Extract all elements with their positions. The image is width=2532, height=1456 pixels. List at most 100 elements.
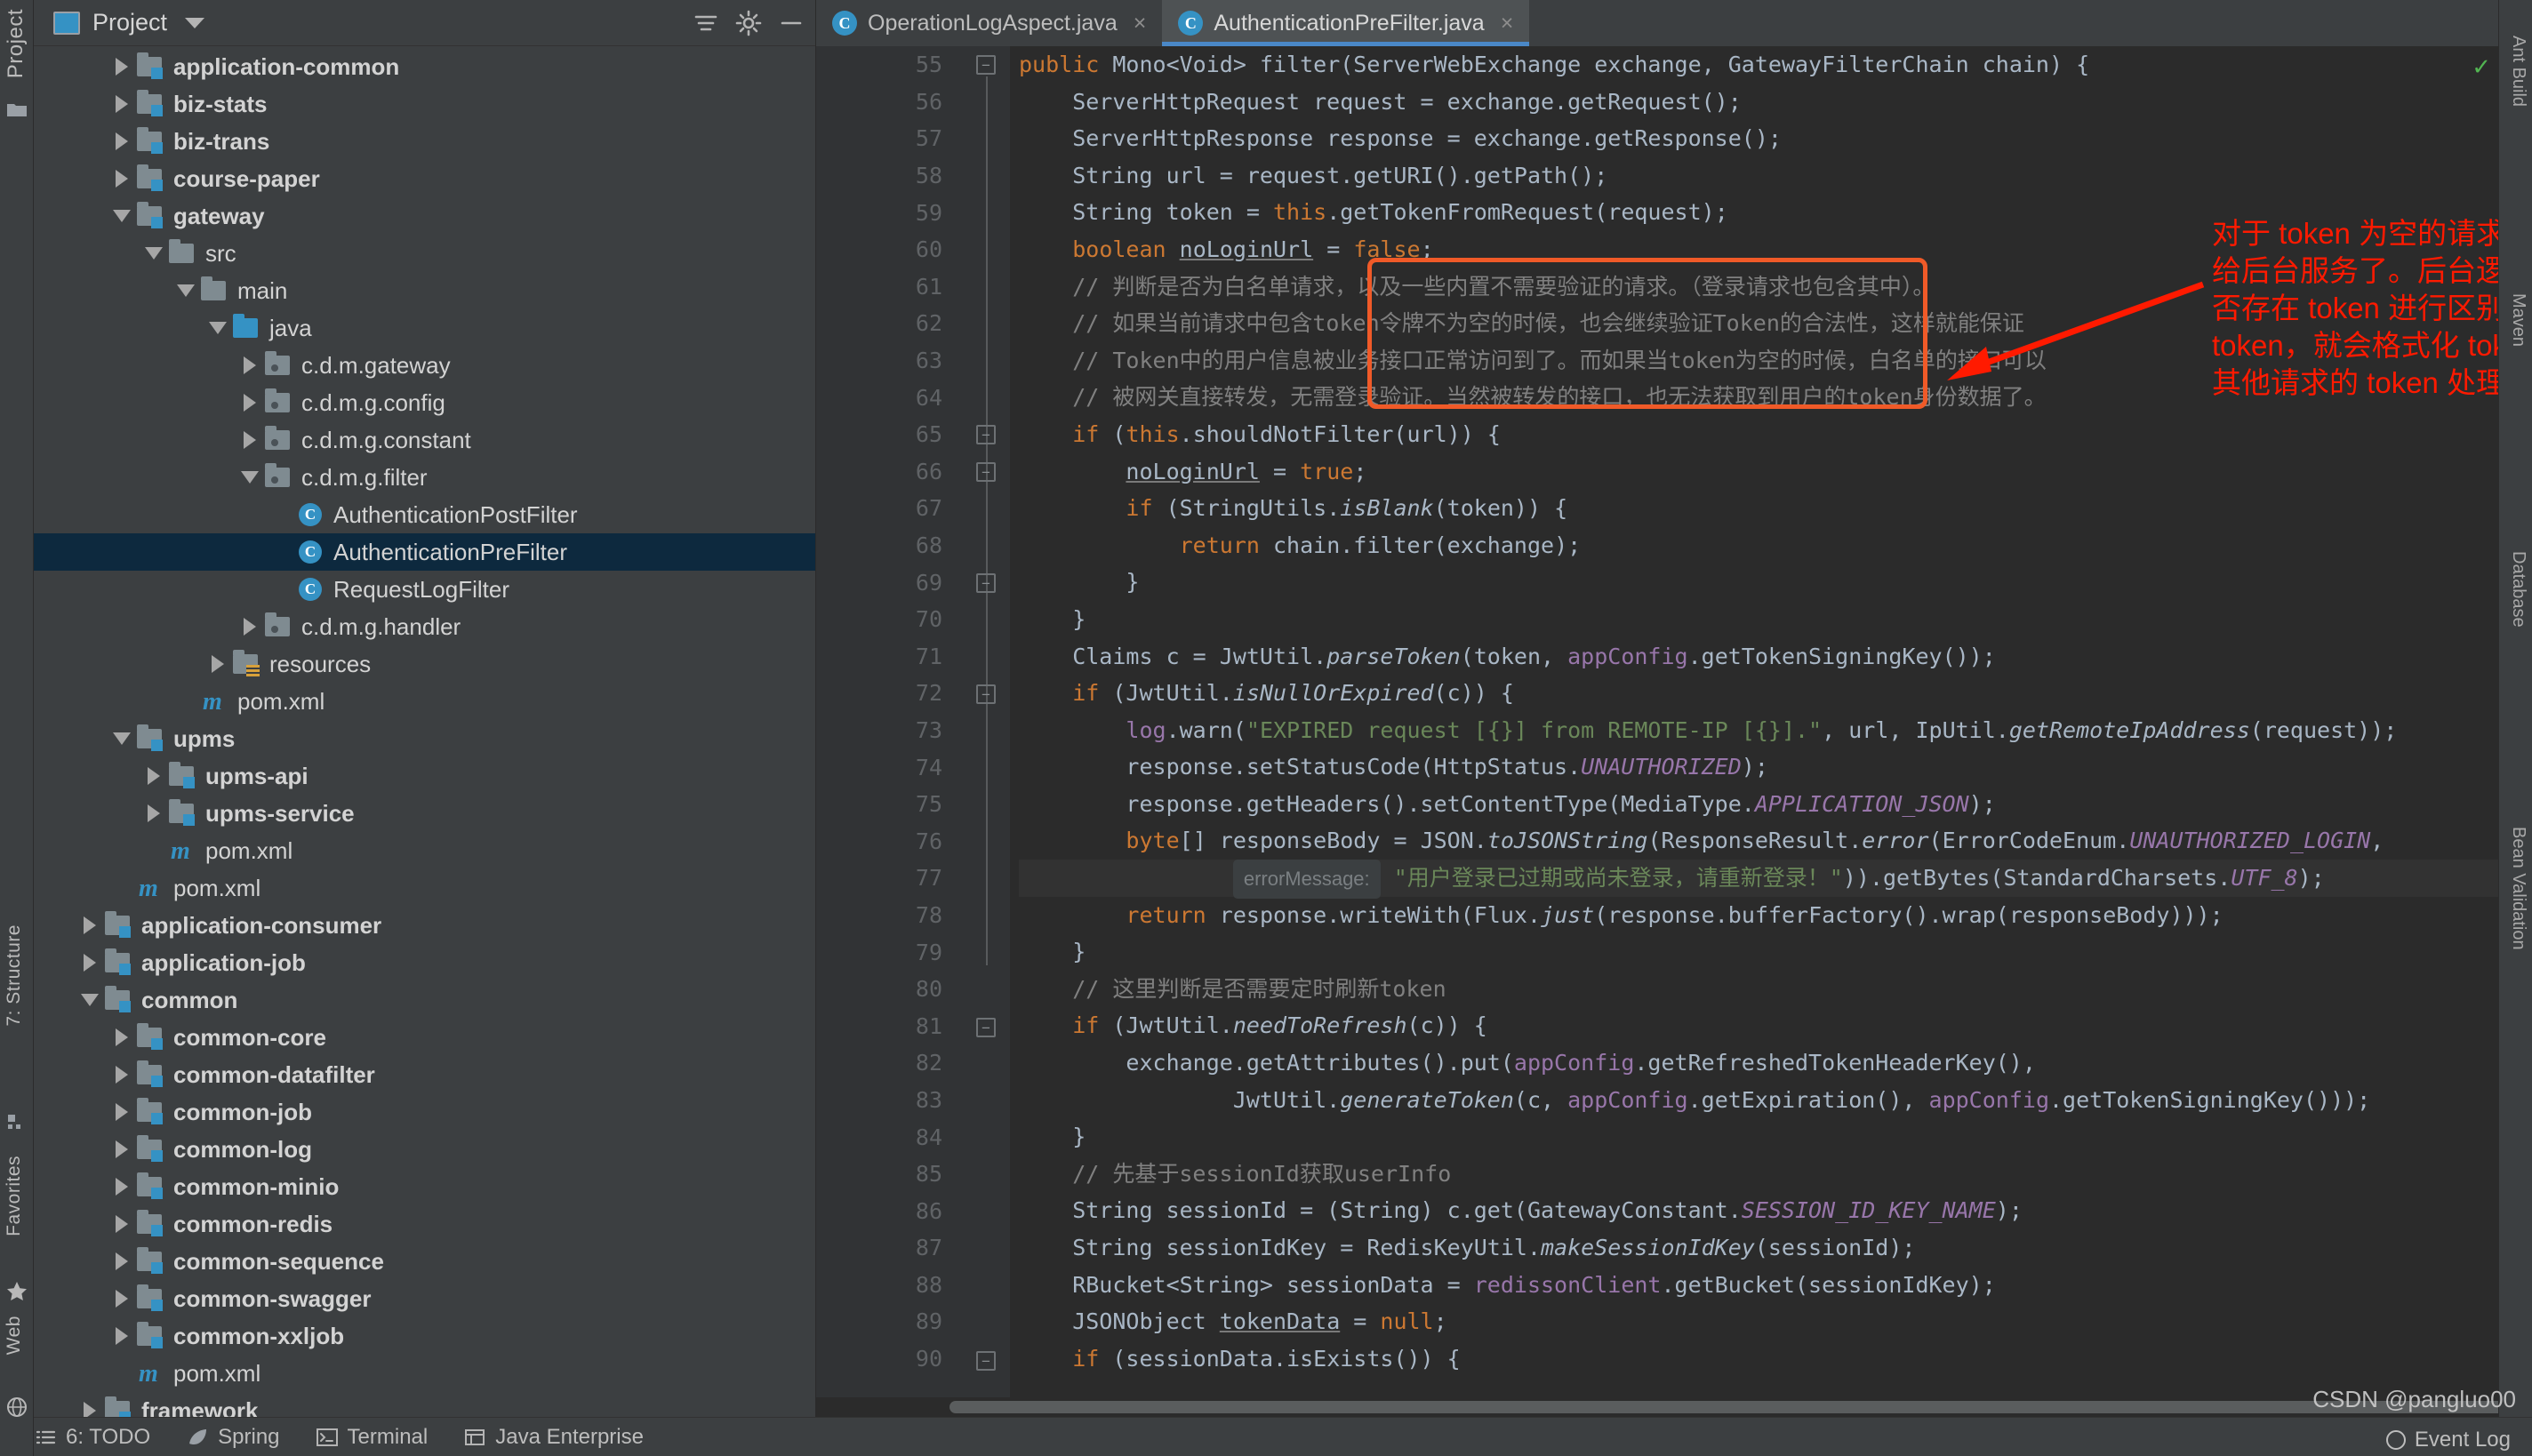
rail-favorites-label[interactable]: Favorites [4,1156,25,1236]
code-line-74[interactable]: response.setStatusCode(HttpStatus.UNAUTH… [1019,748,2532,786]
tree-twisty-none-icon[interactable] [108,1355,135,1392]
tree-twisty-right-icon[interactable] [236,421,263,459]
tree-twisty-right-icon[interactable] [108,48,135,85]
right-rail-ant-build-label[interactable]: Ant Build [2508,36,2528,107]
code-line-65[interactable]: if (this.shouldNotFilter(url)) { [1019,416,2532,453]
code-line-80[interactable]: // 这里判断是否需要定时刷新token [1019,971,2532,1008]
line-number[interactable]: 85 [816,1156,958,1193]
line-number[interactable]: 62 [816,305,958,342]
tree-item-common-log[interactable]: common-log [34,1131,815,1168]
code-line-56[interactable]: ServerHttpRequest request = exchange.get… [1019,84,2532,121]
fold-marker-icon[interactable]: − [976,425,996,444]
fold-marker-icon[interactable]: − [976,55,996,75]
code-line-90[interactable]: if (sessionData.isExists()) { [1019,1340,2532,1378]
code-line-55[interactable]: public Mono<Void> filter(ServerWebExchan… [1019,46,2532,84]
line-number[interactable]: 79 [816,933,958,971]
status-bar-java-enterprise[interactable]: Java Enterprise [463,1425,644,1450]
line-number[interactable]: 83 [816,1082,958,1119]
line-number[interactable]: 75 [816,786,958,823]
tree-item-pom-xml[interactable]: m pom.xml [34,1355,815,1392]
fold-marker-icon[interactable]: − [976,1351,996,1371]
tree-twisty-right-icon[interactable] [108,85,135,123]
tree-item-common-core[interactable]: common-core [34,1019,815,1056]
tree-item-requestlogfilter[interactable]: C RequestLogFilter [34,571,815,608]
code-line-71[interactable]: Claims c = JwtUtil.parseToken(token, app… [1019,638,2532,676]
tree-twisty-none-icon[interactable] [268,533,295,571]
tree-item-authenticationprefilter[interactable]: C AuthenticationPreFilter [34,533,815,571]
line-number[interactable]: 64 [816,379,958,416]
code-line-77[interactable]: errorMessage: "用户登录已过期或尚未登录，请重新登录！")).ge… [1019,860,2532,899]
line-number[interactable]: 66 [816,453,958,491]
code-line-81[interactable]: if (JwtUtil.needToRefresh(c)) { [1019,1007,2532,1044]
tree-twisty-down-icon[interactable] [204,309,231,347]
line-number[interactable]: 82 [816,1044,958,1082]
tree-twisty-right-icon[interactable] [76,907,103,944]
tree-item-framework[interactable]: framework [34,1392,815,1417]
code-line-82[interactable]: exchange.getAttributes().put(appConfig.g… [1019,1044,2532,1082]
line-number[interactable]: 69 [816,564,958,601]
code-line-67[interactable]: if (StringUtils.isBlank(token)) { [1019,490,2532,527]
line-number[interactable]: 89 [816,1303,958,1340]
line-number[interactable]: 55 [816,46,958,84]
code-viewport[interactable]: 55 56 57 58 59 60 61 62 63 64 65 66 67 68 69 70 71 72 73 74… [816,46,2532,1417]
tree-item-common-swagger[interactable]: common-swagger [34,1280,815,1317]
tree-item-common-datafilter[interactable]: common-datafilter [34,1056,815,1093]
tree-item-c-d-m-g-constant[interactable]: c.d.m.g.constant [34,421,815,459]
inspection-status-ok-icon[interactable]: ✓ [2472,53,2491,81]
editor-tab-authenticationprefilter[interactable]: C AuthenticationPreFilter.java × [1162,0,1530,46]
tree-twisty-right-icon[interactable] [108,1093,135,1131]
line-number[interactable]: 72 [816,675,958,712]
line-number[interactable]: 86 [816,1192,958,1229]
tree-item-src[interactable]: src [34,235,815,272]
tree-twisty-none-icon[interactable] [172,683,199,720]
line-number[interactable]: 87 [816,1229,958,1267]
code-line-83[interactable]: JwtUtil.generateToken(c, appConfig.getEx… [1019,1082,2532,1119]
line-number[interactable]: 90 [816,1340,958,1378]
tree-item-c-d-m-gateway[interactable]: c.d.m.gateway [34,347,815,384]
tree-twisty-down-icon[interactable] [140,235,167,272]
code-line-88[interactable]: RBucket<String> sessionData = redissonCl… [1019,1267,2532,1304]
tree-twisty-right-icon[interactable] [108,1280,135,1317]
tree-item-course-paper[interactable]: course-paper [34,160,815,197]
fold-marker-icon[interactable]: − [976,1018,996,1037]
tree-twisty-right-icon[interactable] [76,1392,103,1417]
tree-item-main[interactable]: main [34,272,815,309]
code-line-84[interactable]: } [1019,1118,2532,1156]
tree-item-application-consumer[interactable]: application-consumer [34,907,815,944]
code-line-57[interactable]: ServerHttpResponse response = exchange.g… [1019,120,2532,157]
line-number[interactable]: 71 [816,638,958,676]
tree-item-pom-xml[interactable]: m pom.xml [34,832,815,869]
code-line-89[interactable]: JSONObject tokenData = null; [1019,1303,2532,1340]
code-line-73[interactable]: log.warn("EXPIRED request [{}] from REMO… [1019,712,2532,749]
tree-twisty-right-icon[interactable] [236,608,263,645]
tree-twisty-none-icon[interactable] [268,571,295,608]
tree-twisty-right-icon[interactable] [108,1056,135,1093]
code-line-76[interactable]: byte[] responseBody = JSON.toJSONString(… [1019,822,2532,860]
tree-twisty-down-icon[interactable] [236,459,263,496]
line-number[interactable]: 73 [816,712,958,749]
fold-marker-icon[interactable]: − [976,462,996,482]
code-line-68[interactable]: return chain.filter(exchange); [1019,527,2532,564]
tree-item-upms-service[interactable]: upms-service [34,795,815,832]
editor-tab-bar[interactable]: C OperationLogAspect.java × C Authentication… [816,0,2532,46]
code-line-79[interactable]: } [1019,933,2532,971]
tree-twisty-none-icon[interactable] [108,869,135,907]
tree-twisty-right-icon[interactable] [108,160,135,197]
status-bar-6-todo[interactable]: 6: TODO [34,1425,150,1450]
project-rail-icon[interactable] [5,98,28,121]
tree-twisty-right-icon[interactable] [140,795,167,832]
tree-twisty-none-icon[interactable] [140,832,167,869]
tree-twisty-right-icon[interactable] [108,1205,135,1243]
project-tree[interactable]: application-common biz-stats biz-trans cour… [34,46,815,1417]
code-folding-column[interactable]: − − − − − − − [958,46,1010,1417]
chevron-down-icon[interactable] [185,17,205,28]
fold-marker-icon[interactable]: − [976,573,996,593]
tree-item-application-job[interactable]: application-job [34,944,815,981]
tree-twisty-right-icon[interactable] [108,1131,135,1168]
line-number[interactable]: 80 [816,971,958,1008]
tree-item-application-common[interactable]: application-common [34,48,815,85]
tree-twisty-down-icon[interactable] [76,981,103,1019]
line-number[interactable]: 77 [816,860,958,897]
rail-web-label[interactable]: Web [4,1316,25,1355]
line-number[interactable]: 84 [816,1118,958,1156]
